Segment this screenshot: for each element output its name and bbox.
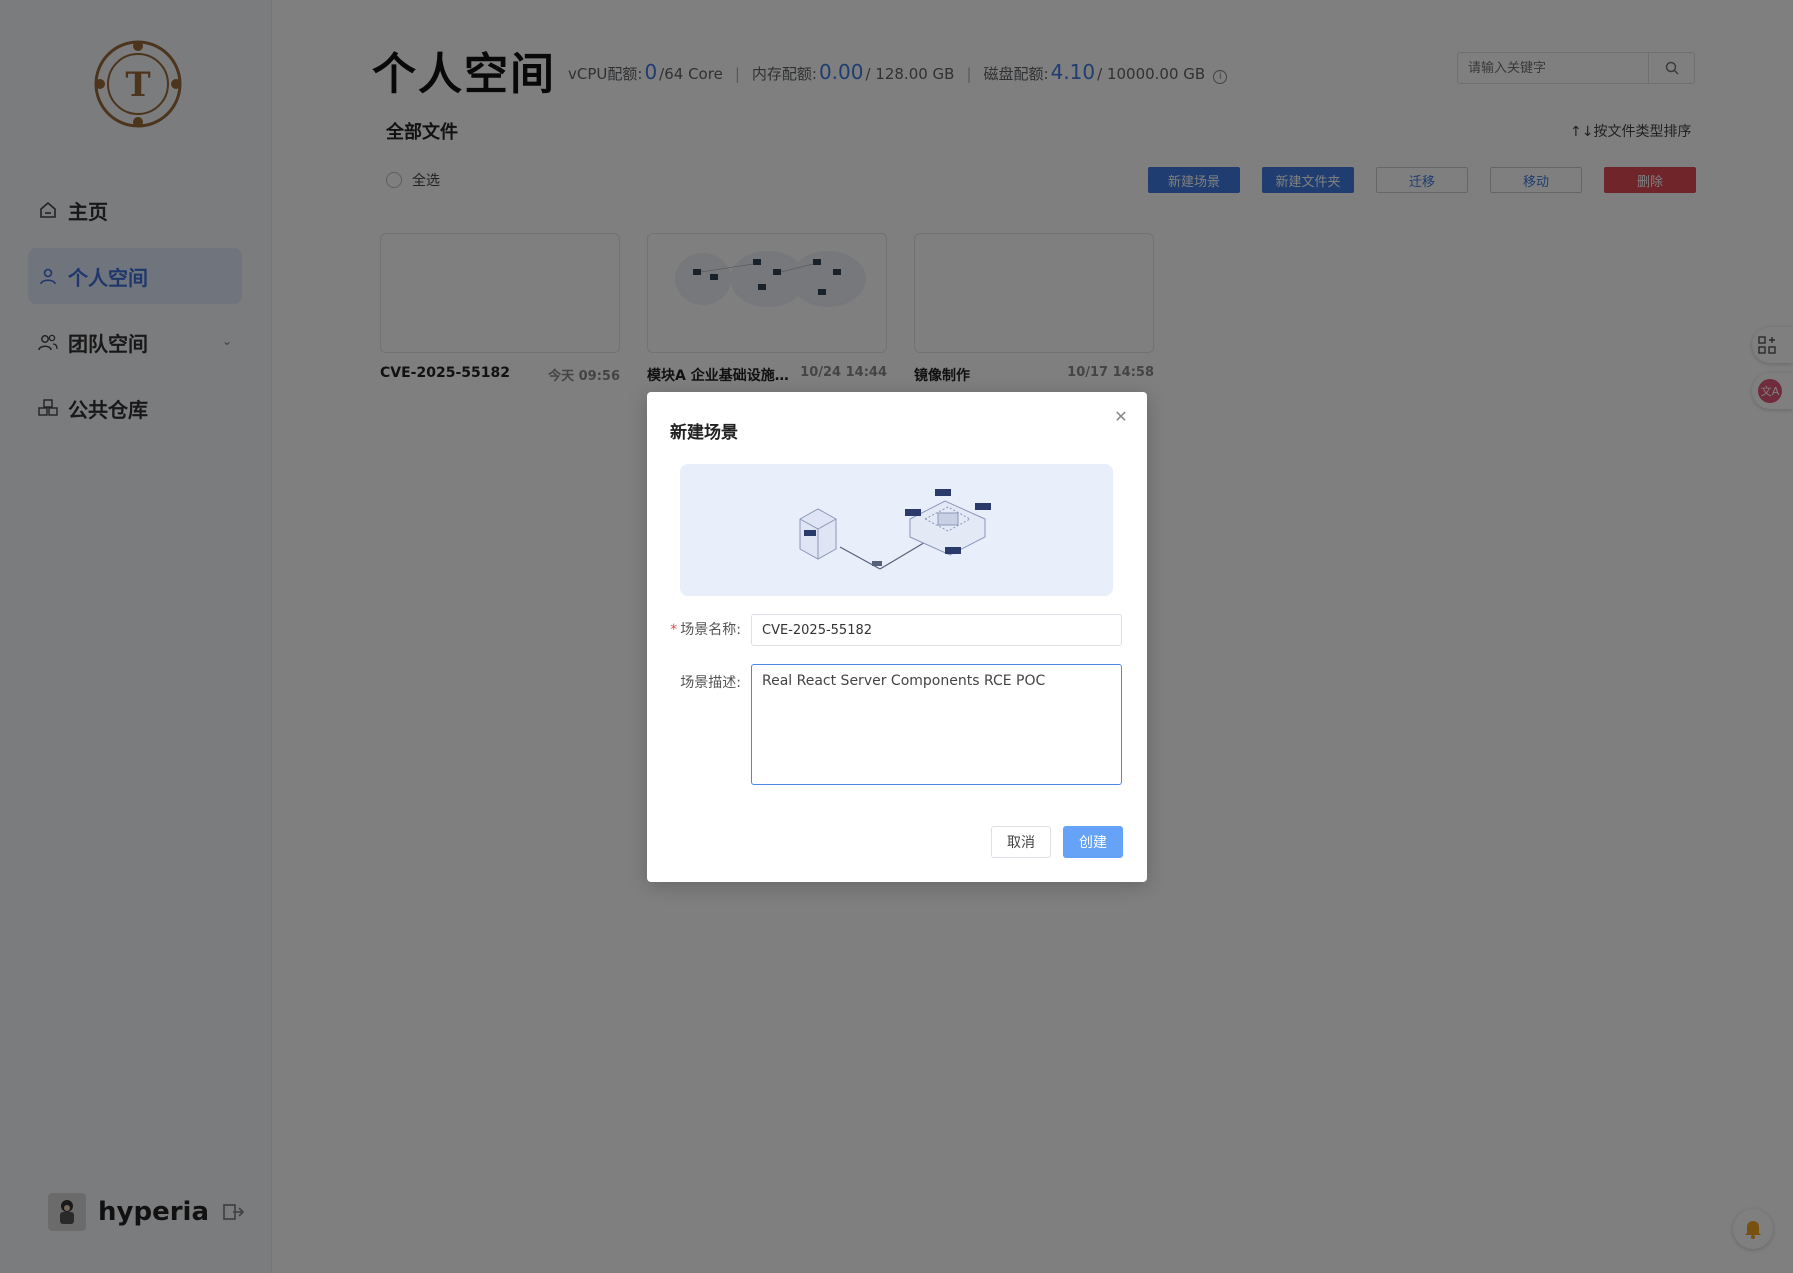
- dialog-banner: [680, 464, 1113, 596]
- scene-desc-row: 场景描述: Real React Server Components RCE P…: [667, 664, 1122, 785]
- scene-illustration: [799, 489, 991, 570]
- scene-name-label: 场景名称:: [680, 622, 741, 638]
- scene-name-input[interactable]: [751, 614, 1122, 646]
- scene-name-row: * 场景名称:: [667, 614, 1122, 646]
- cancel-button[interactable]: 取消: [991, 826, 1051, 858]
- scene-desc-textarea[interactable]: Real React Server Components RCE POC: [751, 664, 1122, 785]
- required-mark: *: [670, 622, 678, 638]
- dialog-title: 新建场景: [670, 423, 738, 443]
- create-button[interactable]: 创建: [1063, 826, 1123, 858]
- scene-desc-label: 场景描述:: [680, 675, 741, 691]
- new-scene-dialog: 新建场景 ✕ * 场景名称: CVE-2025-55182 场景描述: Real…: [647, 392, 1147, 882]
- close-icon[interactable]: ✕: [1111, 406, 1131, 426]
